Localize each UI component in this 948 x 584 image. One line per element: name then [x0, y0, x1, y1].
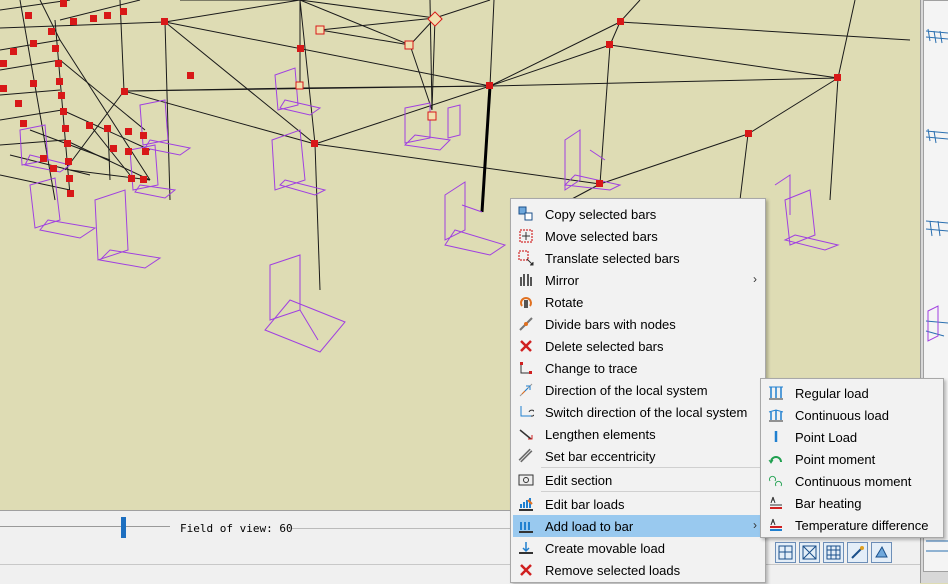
menu-item-copy-selected-bars[interactable]: Copy selected bars — [513, 203, 763, 225]
menu-item-direction-of-the-local-system[interactable]: Direction of the local system — [513, 379, 763, 401]
mirror-icon — [517, 271, 535, 289]
menu-separator — [541, 467, 763, 468]
bar-lines — [0, 0, 911, 291]
view-button-2[interactable] — [799, 542, 820, 563]
grid-view-icon — [778, 545, 793, 560]
view-button-3[interactable] — [823, 542, 844, 563]
menu-item-edit-bar-loads[interactable]: Edit bar loads — [513, 493, 763, 515]
continuous-moment-icon — [767, 472, 785, 490]
field-of-view-track[interactable] — [0, 526, 170, 527]
submenu-item-continuous-moment[interactable]: Continuous moment — [763, 470, 941, 492]
chevron-right-icon: › — [753, 518, 757, 532]
add-load-icon — [517, 517, 535, 535]
submenu-item-bar-heating[interactable]: Bar heating — [763, 492, 941, 514]
menu-item-mirror[interactable]: Mirror › — [513, 269, 763, 291]
view-button-4[interactable] — [847, 542, 868, 563]
menu-item-remove-selected-loads[interactable]: Remove selected loads — [513, 559, 763, 581]
bar-heating-icon — [767, 494, 785, 512]
lengthen-icon — [517, 425, 535, 443]
translate-bars-icon — [517, 249, 535, 267]
chevron-right-icon: › — [753, 272, 757, 286]
menu-item-move-selected-bars[interactable]: Move selected bars — [513, 225, 763, 247]
field-of-view-slider[interactable] — [121, 517, 126, 538]
submenu-item-point-load[interactable]: Point Load — [763, 426, 941, 448]
menu-item-change-to-trace[interactable]: Change to trace — [513, 357, 763, 379]
eccentricity-icon — [517, 447, 535, 465]
context-menu: Copy selected bars Move selected bars Tr… — [510, 198, 766, 583]
submenu-item-continuous-load[interactable]: Continuous load — [763, 404, 941, 426]
rotate-icon — [517, 293, 535, 311]
menu-item-set-bar-eccentricity[interactable]: Set bar eccentricity — [513, 445, 763, 467]
status-divider — [292, 528, 512, 529]
view-toolbar — [775, 542, 892, 566]
copy-bars-icon — [517, 205, 535, 223]
edit-loads-icon — [517, 495, 535, 513]
regular-load-icon — [767, 384, 785, 402]
divide-bars-icon — [517, 315, 535, 333]
diagonal-view-icon — [802, 545, 817, 560]
menu-item-switch-direction-of-the-local-system[interactable]: Switch direction of the local system — [513, 401, 763, 423]
selected-bar — [480, 85, 492, 213]
view-button-5[interactable] — [871, 542, 892, 563]
node-markers — [0, 0, 841, 197]
temperature-difference-icon — [767, 516, 785, 534]
menu-item-add-load-to-bar[interactable]: Add load to bar › — [513, 515, 763, 537]
render-icon — [875, 545, 888, 558]
point-moment-icon — [767, 450, 785, 468]
submenu-item-regular-load[interactable]: Regular load — [763, 382, 941, 404]
trace-icon — [517, 359, 535, 377]
continuous-load-icon — [767, 406, 785, 424]
field-of-view-label: Field of view: 60 — [180, 522, 293, 535]
delete-bars-icon — [517, 337, 535, 355]
menu-separator — [541, 491, 763, 492]
switch-direction-icon — [517, 403, 535, 421]
add-load-submenu: Regular load Continuous load Point Load … — [760, 378, 944, 538]
menu-item-translate-selected-bars[interactable]: Translate selected bars — [513, 247, 763, 269]
local-direction-icon — [517, 381, 535, 399]
magic-wand-icon — [851, 546, 864, 559]
submenu-item-point-moment[interactable]: Point moment — [763, 448, 941, 470]
menu-item-lengthen-elements[interactable]: Lengthen elements — [513, 423, 763, 445]
menu-item-create-movable-load[interactable]: Create movable load — [513, 537, 763, 559]
menu-item-edit-section[interactable]: Edit section — [513, 469, 763, 491]
submenu-item-temperature-difference[interactable]: Temperature difference — [763, 514, 941, 536]
edit-section-icon — [517, 471, 535, 489]
mesh-view-icon — [826, 545, 841, 560]
menu-item-delete-selected-bars[interactable]: Delete selected bars — [513, 335, 763, 357]
move-bars-icon — [517, 227, 535, 245]
menu-item-rotate[interactable]: Rotate — [513, 291, 763, 313]
movable-load-icon — [517, 539, 535, 557]
point-load-icon — [767, 428, 785, 446]
remove-loads-icon — [517, 561, 535, 579]
menu-item-divide-bars-with-nodes[interactable]: Divide bars with nodes — [513, 313, 763, 335]
view-button-1[interactable] — [775, 542, 796, 563]
